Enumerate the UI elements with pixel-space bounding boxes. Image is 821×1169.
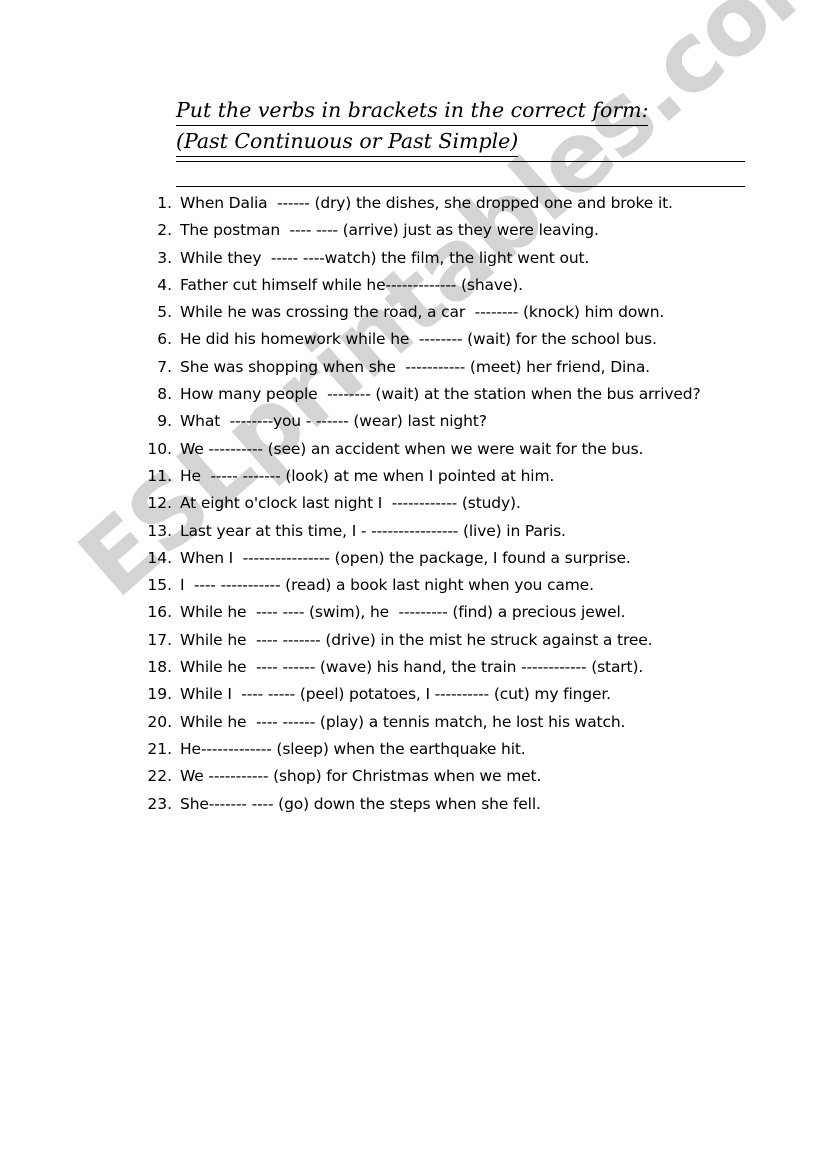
exercise-item: 5. While he was crossing the road, a car …	[0, 299, 821, 326]
exercise-sentence: How many people -------- (wait) at the s…	[180, 385, 701, 404]
exercise-sentence: What --------you - ------ (wear) last ni…	[180, 412, 487, 431]
page-title-line-2: (Past Continuous or Past Simple)	[176, 127, 519, 157]
exercise-item: 12. At eight o'clock last night I -------…	[0, 490, 821, 517]
exercise-number: 14.	[147, 548, 172, 567]
exercise-sentence: He ----- ------- (look) at me when I poi…	[180, 466, 555, 485]
exercise-number: 9.	[157, 412, 172, 431]
exercise-item: 13. Last year at this time, I - ---------…	[0, 518, 821, 545]
exercise-number: 5.	[157, 303, 172, 322]
exercise-number: 20.	[147, 712, 172, 731]
exercise-number: 4.	[157, 275, 172, 294]
exercise-sentence: While I ---- ----- (peel) potatoes, I --…	[180, 685, 611, 704]
exercise-item: 3. While they ----- ----watch) the film, …	[0, 245, 821, 272]
exercise-sentence: While they ----- ----watch) the film, th…	[180, 248, 590, 267]
exercise-number: 2.	[157, 221, 172, 240]
title-row-1: Put the verbs in brackets in the correct…	[176, 96, 746, 127]
exercise-item: 7. She was shopping when she ----------- …	[0, 354, 821, 381]
exercise-sentence: While he ---- ------ (play) a tennis mat…	[180, 712, 626, 731]
divider-under-title	[176, 161, 745, 162]
exercise-sentence: While he ---- ---- (swim), he --------- …	[180, 603, 626, 622]
exercise-number: 19.	[147, 685, 172, 704]
worksheet-page: ESLprintables.com Put the verbs in brack…	[0, 0, 821, 1169]
exercise-sentence: She------- ---- (go) down the steps when…	[180, 794, 541, 813]
exercise-number: 21.	[147, 739, 172, 758]
exercise-item: 22. We ----------- (shop) for Christmas w…	[0, 763, 821, 790]
exercise-number: 17.	[147, 630, 172, 649]
exercise-sentence: Last year at this time, I - ------------…	[180, 521, 566, 540]
exercise-number: 23.	[147, 794, 172, 813]
exercise-number: 10.	[147, 439, 172, 458]
exercise-number: 12.	[147, 494, 172, 513]
exercise-number: 8.	[157, 385, 172, 404]
exercise-number: 11.	[147, 466, 172, 485]
exercise-item: 15. I ---- ----------- (read) a book last…	[0, 572, 821, 599]
exercise-sentence: While he ---- ------- (drive) in the mis…	[180, 630, 653, 649]
exercise-item: 11. He ----- ------- (look) at me when I …	[0, 463, 821, 490]
exercise-sentence: While he was crossing the road, a car --…	[180, 303, 665, 322]
exercise-item: 2. The postman ---- ---- (arrive) just as…	[0, 217, 821, 244]
exercise-sentence: Father cut himself while he-------------…	[180, 275, 523, 294]
exercise-sentence: He did his homework while he -------- (w…	[180, 330, 657, 349]
exercise-item: 6. He did his homework while he -------- …	[0, 326, 821, 353]
exercise-sentence: We ----------- (shop) for Christmas when…	[180, 767, 542, 786]
exercise-number: 18.	[147, 658, 172, 677]
exercise-item: 17. While he ---- ------- (drive) in the …	[0, 627, 821, 654]
exercise-item: 18. While he ---- ------ (wave) his hand,…	[0, 654, 821, 681]
exercise-list: 1. When Dalia ------ (dry) the dishes, sh…	[0, 190, 821, 818]
exercise-sentence: While he ---- ------ (wave) his hand, th…	[180, 658, 644, 677]
exercise-sentence: We ---------- (see) an accident when we …	[180, 439, 644, 458]
exercise-number: 15.	[147, 576, 172, 595]
exercise-item: 10. We ---------- (see) an accident when …	[0, 436, 821, 463]
exercise-item: 16. While he ---- ---- (swim), he -------…	[0, 599, 821, 626]
exercise-sentence: I ---- ----------- (read) a book last ni…	[180, 576, 594, 595]
exercise-sentence: She was shopping when she ----------- (m…	[180, 357, 650, 376]
exercise-sentence: When I ---------------- (open) the packa…	[180, 548, 631, 567]
exercise-sentence: At eight o'clock last night I ----------…	[180, 494, 521, 513]
exercise-item: 23. She------- ---- (go) down the steps w…	[0, 791, 821, 818]
title-row-2: (Past Continuous or Past Simple)	[176, 127, 746, 158]
exercise-number: 13.	[147, 521, 172, 540]
page-title-line-1: Put the verbs in brackets in the correct…	[176, 96, 649, 126]
exercise-number: 16.	[147, 603, 172, 622]
exercise-item: 21. He------------- (sleep) when the eart…	[0, 736, 821, 763]
exercise-item: 1. When Dalia ------ (dry) the dishes, sh…	[0, 190, 821, 217]
exercise-number: 6.	[157, 330, 172, 349]
exercise-number: 7.	[157, 357, 172, 376]
worksheet-title-block: Put the verbs in brackets in the correct…	[176, 96, 746, 158]
exercise-sentence: The postman ---- ---- (arrive) just as t…	[180, 221, 599, 240]
exercise-item: 19. While I ---- ----- (peel) potatoes, I…	[0, 681, 821, 708]
exercise-item: 9. What --------you - ------ (wear) last …	[0, 408, 821, 435]
exercise-item: 14. When I ---------------- (open) the pa…	[0, 545, 821, 572]
exercise-item: 8. How many people -------- (wait) at the…	[0, 381, 821, 408]
divider-above-list	[176, 186, 745, 187]
exercise-item: 20. While he ---- ------ (play) a tennis …	[0, 709, 821, 736]
exercise-number: 1.	[157, 194, 172, 212]
exercise-number: 3.	[157, 248, 172, 267]
exercise-number: 22.	[147, 767, 172, 786]
exercise-sentence: He------------- (sleep) when the earthqu…	[180, 739, 526, 758]
exercise-item: 4. Father cut himself while he-----------…	[0, 272, 821, 299]
exercise-sentence: When Dalia ------ (dry) the dishes, she …	[180, 194, 673, 212]
